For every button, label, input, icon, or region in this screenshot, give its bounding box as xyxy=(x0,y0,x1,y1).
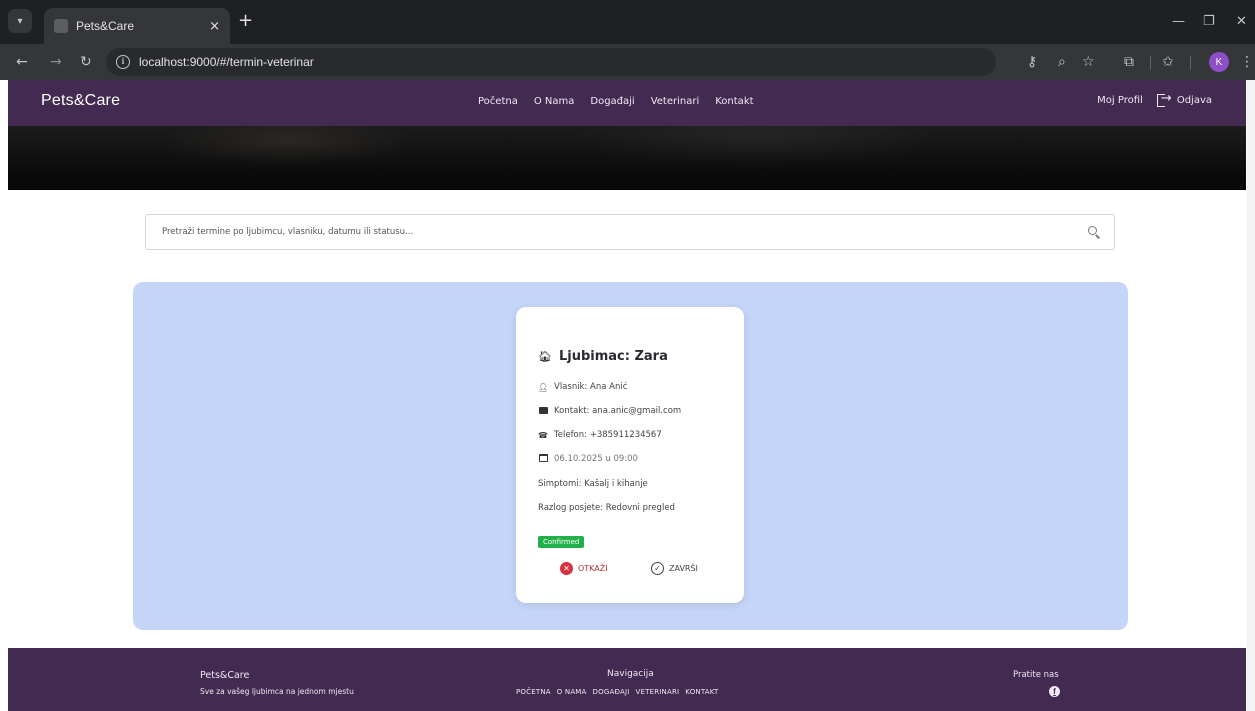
footer-nav-events[interactable]: DOGAĐAJI xyxy=(593,688,630,696)
cancel-appointment-button[interactable]: ✕ OTKAŽI xyxy=(560,562,608,575)
page-scrollbar[interactable] xyxy=(1247,80,1255,711)
password-key-icon[interactable]: ⚷ xyxy=(1027,54,1037,70)
datetime-text: 06.10.2025 u 09:00 xyxy=(554,454,638,464)
footer-nav: POČETNA O NAMA DOGAĐAJI VETERINARI KONTA… xyxy=(516,688,718,696)
footer-nav-veterinarians[interactable]: VETERINARI xyxy=(635,688,679,696)
card-title: 🏠︎ Ljubimac: Zara xyxy=(538,349,668,364)
toolbar-separator xyxy=(1190,56,1191,70)
nav-events[interactable]: Događaji xyxy=(590,96,634,107)
footer-nav-home[interactable]: POČETNA xyxy=(516,688,551,696)
tab-title: Pets&Care xyxy=(76,19,135,33)
footer-tagline: Sve za vašeg ljubimca na jednom mjestu xyxy=(200,687,354,696)
search-input[interactable] xyxy=(146,215,1076,249)
site-header: Pets&Care Početna O Nama Događaji Veteri… xyxy=(8,80,1246,126)
status-badge: Confirmed xyxy=(538,536,585,548)
reload-icon[interactable]: ↻ xyxy=(80,53,92,71)
phone-text: Telefon: +385911234567 xyxy=(554,430,662,440)
address-bar[interactable]: i localhost:9000/#/termin-veterinar xyxy=(106,48,996,76)
zoom-icon[interactable]: ⌕ xyxy=(1058,54,1066,70)
browser-toolbar: ← → ↻ i localhost:9000/#/termin-veterina… xyxy=(0,44,1255,80)
window-close-icon[interactable]: ✕ xyxy=(1236,14,1247,29)
phone-row: ☎︎ Telefon: +385911234567 xyxy=(538,430,662,440)
bookmarks-icon[interactable]: ✩ xyxy=(1162,54,1174,70)
symptoms-text: Simptomi: Kašalj i kihanje xyxy=(538,479,648,489)
forward-icon[interactable]: → xyxy=(50,53,62,71)
footer-nav-title: Navigacija xyxy=(607,669,654,679)
facebook-icon[interactable]: f xyxy=(1049,686,1060,697)
url-text: localhost:9000/#/termin-veterinar xyxy=(139,55,314,69)
main-nav: Početna O Nama Događaji Veterinari Konta… xyxy=(478,96,754,107)
my-profile-link[interactable]: Moj Profil xyxy=(1097,95,1143,106)
back-icon[interactable]: ← xyxy=(16,53,28,71)
browser-tabstrip: ▾ Pets&Care × + — ❐ ✕ xyxy=(0,0,1255,44)
bookmark-star-icon[interactable]: ☆ xyxy=(1082,54,1095,70)
pet-house-icon: 🏠︎ xyxy=(538,350,552,363)
header-user-actions: Moj Profil → Odjava xyxy=(1097,91,1212,107)
new-tab-icon[interactable]: + xyxy=(238,12,253,30)
appointment-card: 🏠︎ Ljubimac: Zara 👤︎ Vlasnik: Ana Anić K… xyxy=(516,307,744,603)
browser-tab[interactable]: Pets&Care × xyxy=(44,8,230,44)
footer-follow-title: Pratite nas xyxy=(1013,670,1059,680)
hero-banner xyxy=(8,126,1246,190)
tab-list-chevron-icon[interactable]: ▾ xyxy=(8,9,32,33)
logout-button[interactable]: → Odjava xyxy=(1156,91,1212,107)
phone-icon: ☎︎ xyxy=(538,430,548,440)
mail-icon xyxy=(538,406,548,416)
user-icon: 👤︎ xyxy=(538,382,549,392)
logout-icon: → xyxy=(1156,91,1172,107)
pet-name: Ljubimac: Zara xyxy=(558,349,668,364)
owner-row: 👤︎ Vlasnik: Ana Anić xyxy=(538,382,627,392)
footer-nav-about[interactable]: O NAMA xyxy=(557,688,587,696)
extensions-icon[interactable]: ⧉ xyxy=(1124,54,1134,70)
owner-text: Vlasnik: Ana Anić xyxy=(554,382,628,392)
tab-close-icon[interactable]: × xyxy=(209,19,220,34)
nav-veterinarians[interactable]: Veterinari xyxy=(651,96,700,107)
site-logo[interactable]: Pets&Care xyxy=(41,92,120,110)
finish-appointment-button[interactable]: ✓ ZAVRŠI xyxy=(651,562,698,575)
menu-dots-icon[interactable]: ⋮ xyxy=(1240,54,1254,70)
check-circle-icon: ✓ xyxy=(651,562,664,575)
toolbar-separator xyxy=(1150,56,1151,70)
nav-contact[interactable]: Kontakt xyxy=(715,96,753,107)
footer-brand: Pets&Care xyxy=(200,670,250,681)
appointment-search xyxy=(145,214,1115,250)
profile-avatar[interactable]: K xyxy=(1209,52,1229,72)
site-footer: Pets&Care Sve za vašeg ljubimca na jedno… xyxy=(8,648,1246,711)
logout-label: Odjava xyxy=(1176,95,1212,106)
date-row: 06.10.2025 u 09:00 xyxy=(538,454,638,464)
site-info-icon[interactable]: i xyxy=(116,55,130,69)
reason-text: Razlog posjete: Redovni pregled xyxy=(538,503,675,513)
contact-text: Kontakt: ana.anic@gmail.com xyxy=(554,406,682,416)
restore-icon[interactable]: ❐ xyxy=(1203,14,1215,29)
nav-about[interactable]: O Nama xyxy=(534,96,575,107)
calendar-icon xyxy=(538,454,548,464)
minimize-icon[interactable]: — xyxy=(1172,14,1185,29)
cancel-x-icon: ✕ xyxy=(560,562,573,575)
footer-nav-contact[interactable]: KONTAKT xyxy=(685,688,718,696)
favicon-icon xyxy=(54,19,68,33)
contact-row: Kontakt: ana.anic@gmail.com xyxy=(538,406,681,416)
finish-label: ZAVRŠI xyxy=(669,564,698,573)
nav-home[interactable]: Početna xyxy=(478,96,518,107)
search-icon[interactable] xyxy=(1088,226,1101,239)
cancel-label: OTKAŽI xyxy=(578,564,608,573)
